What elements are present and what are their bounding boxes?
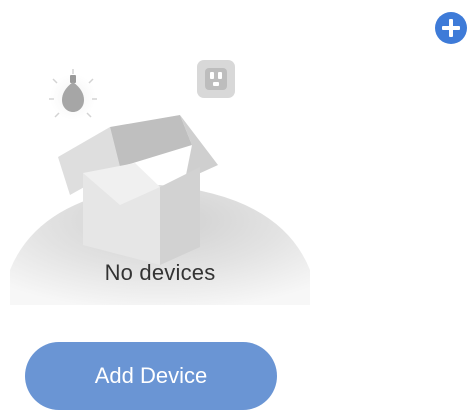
- add-device-button[interactable]: Add Device: [25, 342, 277, 410]
- plus-circle-icon[interactable]: [435, 12, 467, 44]
- smart-plug-icon: [197, 60, 235, 98]
- devices-screen: No devices Add Device: [0, 0, 473, 416]
- lightbulb-icon: [49, 69, 97, 120]
- empty-state-message: No devices: [104, 260, 216, 285]
